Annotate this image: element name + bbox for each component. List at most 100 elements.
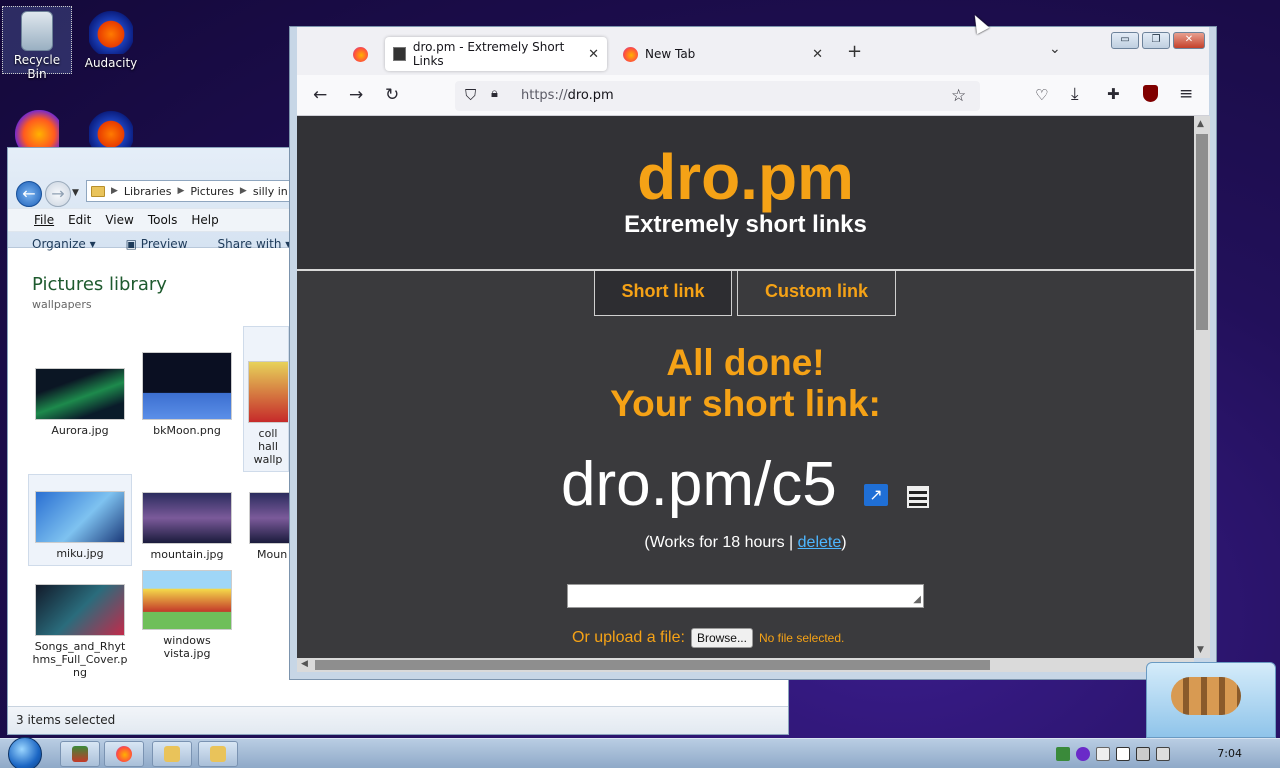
close-tab-icon[interactable]: ✕ — [812, 47, 823, 62]
shield-icon[interactable]: ⛉ — [465, 86, 476, 104]
breadcrumb-libraries[interactable]: Libraries — [124, 185, 172, 198]
tab-short-link[interactable]: Short link — [594, 271, 732, 316]
status-text: 3 items selected — [16, 713, 116, 727]
network-icon[interactable] — [1136, 747, 1150, 761]
file-item[interactable]: coll hall wallp — [243, 326, 289, 472]
resize-grip-icon[interactable]: ◢ — [913, 594, 921, 605]
preview-label: Preview — [140, 237, 188, 251]
expiry-note: (Works for 18 hours | delete) — [297, 534, 1194, 552]
chevron-down-icon[interactable]: ⌄ — [1049, 41, 1061, 57]
file-item[interactable]: bkMoon.png — [135, 352, 239, 437]
document-icon[interactable] — [1096, 747, 1110, 761]
back-button[interactable]: ← — [16, 181, 42, 207]
desktop-icon-audacity[interactable]: Audacity — [76, 6, 146, 74]
success-message: All done! Your short link: — [297, 342, 1194, 424]
bookmark-star-icon[interactable]: ☆ — [951, 86, 966, 106]
preview-button[interactable]: ▣ Preview — [126, 237, 188, 251]
file-item[interactable]: windows vista.jpg — [135, 570, 239, 660]
taskbar-folder[interactable] — [198, 741, 238, 767]
done-line-1: All done! — [666, 342, 825, 383]
chevron-right-icon: ▶ — [177, 186, 185, 196]
share-button[interactable]: Share with ▾ — [218, 237, 292, 251]
forward-button[interactable]: → — [45, 181, 71, 207]
clock[interactable]: 7:04 — [1217, 747, 1242, 760]
status-bar: 3 items selected — [8, 706, 788, 734]
ublock-icon[interactable] — [1143, 85, 1158, 102]
file-item[interactable]: Aurora.jpg — [28, 368, 132, 437]
preview-icon: ▣ — [125, 237, 137, 251]
url-scheme: https:// — [521, 88, 568, 103]
scroll-up-icon[interactable]: ▲ — [1197, 119, 1204, 129]
file-name: windows vista.jpg — [163, 634, 211, 660]
scrollbar-thumb[interactable] — [315, 660, 990, 670]
history-dropdown-icon[interactable]: ▼ — [72, 188, 79, 198]
delete-link[interactable]: delete — [798, 534, 842, 551]
url-text[interactable]: https://dro.pm — [521, 88, 614, 103]
taskbar-firefox[interactable] — [104, 741, 144, 767]
chevron-down-icon: ▾ — [89, 237, 96, 251]
extensions-icon[interactable]: ✚ — [1107, 85, 1120, 103]
back-arrow-icon[interactable]: ← — [313, 85, 327, 105]
taskbar: 7:04 — [0, 737, 1280, 768]
tab-new-tab[interactable]: New Tab ✕ — [615, 37, 831, 71]
firefox-icon — [623, 46, 638, 62]
taskbar-explorer[interactable] — [152, 741, 192, 767]
site-logo-text[interactable]: dro.pm — [297, 140, 1194, 214]
tab-custom-link[interactable]: Custom link — [737, 271, 896, 316]
vertical-scrollbar[interactable]: ▲ ▼ — [1194, 116, 1210, 658]
microphone-icon[interactable] — [1076, 747, 1090, 761]
expiry-close-paren: ) — [841, 534, 847, 551]
qr-code-icon[interactable] — [907, 486, 929, 508]
close-window-button[interactable]: ✕ — [1173, 32, 1205, 49]
arrow-left-icon: ← — [22, 184, 36, 203]
start-button[interactable] — [8, 737, 42, 768]
download-icon[interactable]: ⤓ — [1071, 84, 1079, 104]
maximize-button[interactable]: ❐ — [1142, 32, 1170, 49]
desktop-icon-audacity-2[interactable] — [76, 106, 146, 154]
scroll-left-icon[interactable]: ◀ — [301, 659, 308, 669]
organize-label: Organize — [32, 237, 86, 251]
volume-icon[interactable] — [1156, 747, 1170, 761]
menu-edit[interactable]: Edit — [68, 213, 91, 227]
chevron-right-icon: ▶ — [239, 186, 247, 196]
short-link-result[interactable]: dro.pm/c5 — [561, 449, 837, 520]
file-item[interactable]: miku.jpg — [28, 474, 132, 566]
pinned-tab[interactable] — [345, 37, 376, 71]
url-bar[interactable]: ⛉ 🔒︎ https://dro.pm — [455, 81, 980, 111]
desktop-icon-firefox[interactable] — [2, 106, 72, 154]
furret-widget — [1146, 662, 1276, 738]
tab-dro-pm[interactable]: dro.pm - Extremely Short Links ✕ — [385, 37, 607, 71]
thumbnail — [248, 361, 288, 423]
browse-button[interactable]: Browse... — [690, 628, 753, 648]
menu-hamburger-icon[interactable]: ≡ — [1179, 84, 1193, 104]
menu-tools[interactable]: Tools — [148, 213, 178, 227]
file-item[interactable]: mountain.jpg — [135, 492, 239, 561]
breadcrumb-folder[interactable]: silly in — [253, 185, 288, 198]
menu-view[interactable]: View — [105, 213, 133, 227]
menu-help[interactable]: Help — [191, 213, 218, 227]
desktop-icon-recycle-bin[interactable]: Recycle Bin — [2, 6, 72, 81]
reload-icon[interactable]: ↻ — [385, 85, 399, 105]
tab-label: Custom link — [764, 281, 868, 301]
close-tab-icon[interactable]: ✕ — [588, 47, 599, 62]
new-tab-plus-icon[interactable]: + — [847, 41, 862, 62]
audacity-icon — [89, 10, 133, 54]
menu-file[interactable]: File — [34, 213, 54, 227]
scrollbar-thumb[interactable] — [1196, 134, 1208, 330]
network-globe-icon[interactable] — [1056, 747, 1070, 761]
breadcrumb-pictures[interactable]: Pictures — [190, 185, 234, 198]
minimize-button[interactable]: ▭ — [1111, 32, 1139, 49]
organize-button[interactable]: Organize ▾ — [32, 237, 96, 251]
flag-icon[interactable] — [1116, 747, 1130, 761]
file-item[interactable]: Moun — [243, 492, 289, 561]
url-textarea[interactable]: ◢ — [567, 584, 924, 608]
horizontal-scrollbar[interactable]: ◀ — [297, 658, 1194, 672]
scroll-down-icon[interactable]: ▼ — [1197, 645, 1204, 655]
file-item[interactable]: Songs_and_Rhythms_Full_Cover.png — [28, 584, 132, 679]
pocket-icon[interactable]: ♡ — [1035, 86, 1048, 104]
open-link-icon[interactable]: ↗ — [864, 484, 888, 506]
app-icon — [72, 746, 88, 762]
forward-arrow-icon[interactable]: → — [349, 85, 363, 105]
lock-icon[interactable]: 🔒︎ — [491, 86, 498, 101]
taskbar-app-1[interactable] — [60, 741, 100, 767]
